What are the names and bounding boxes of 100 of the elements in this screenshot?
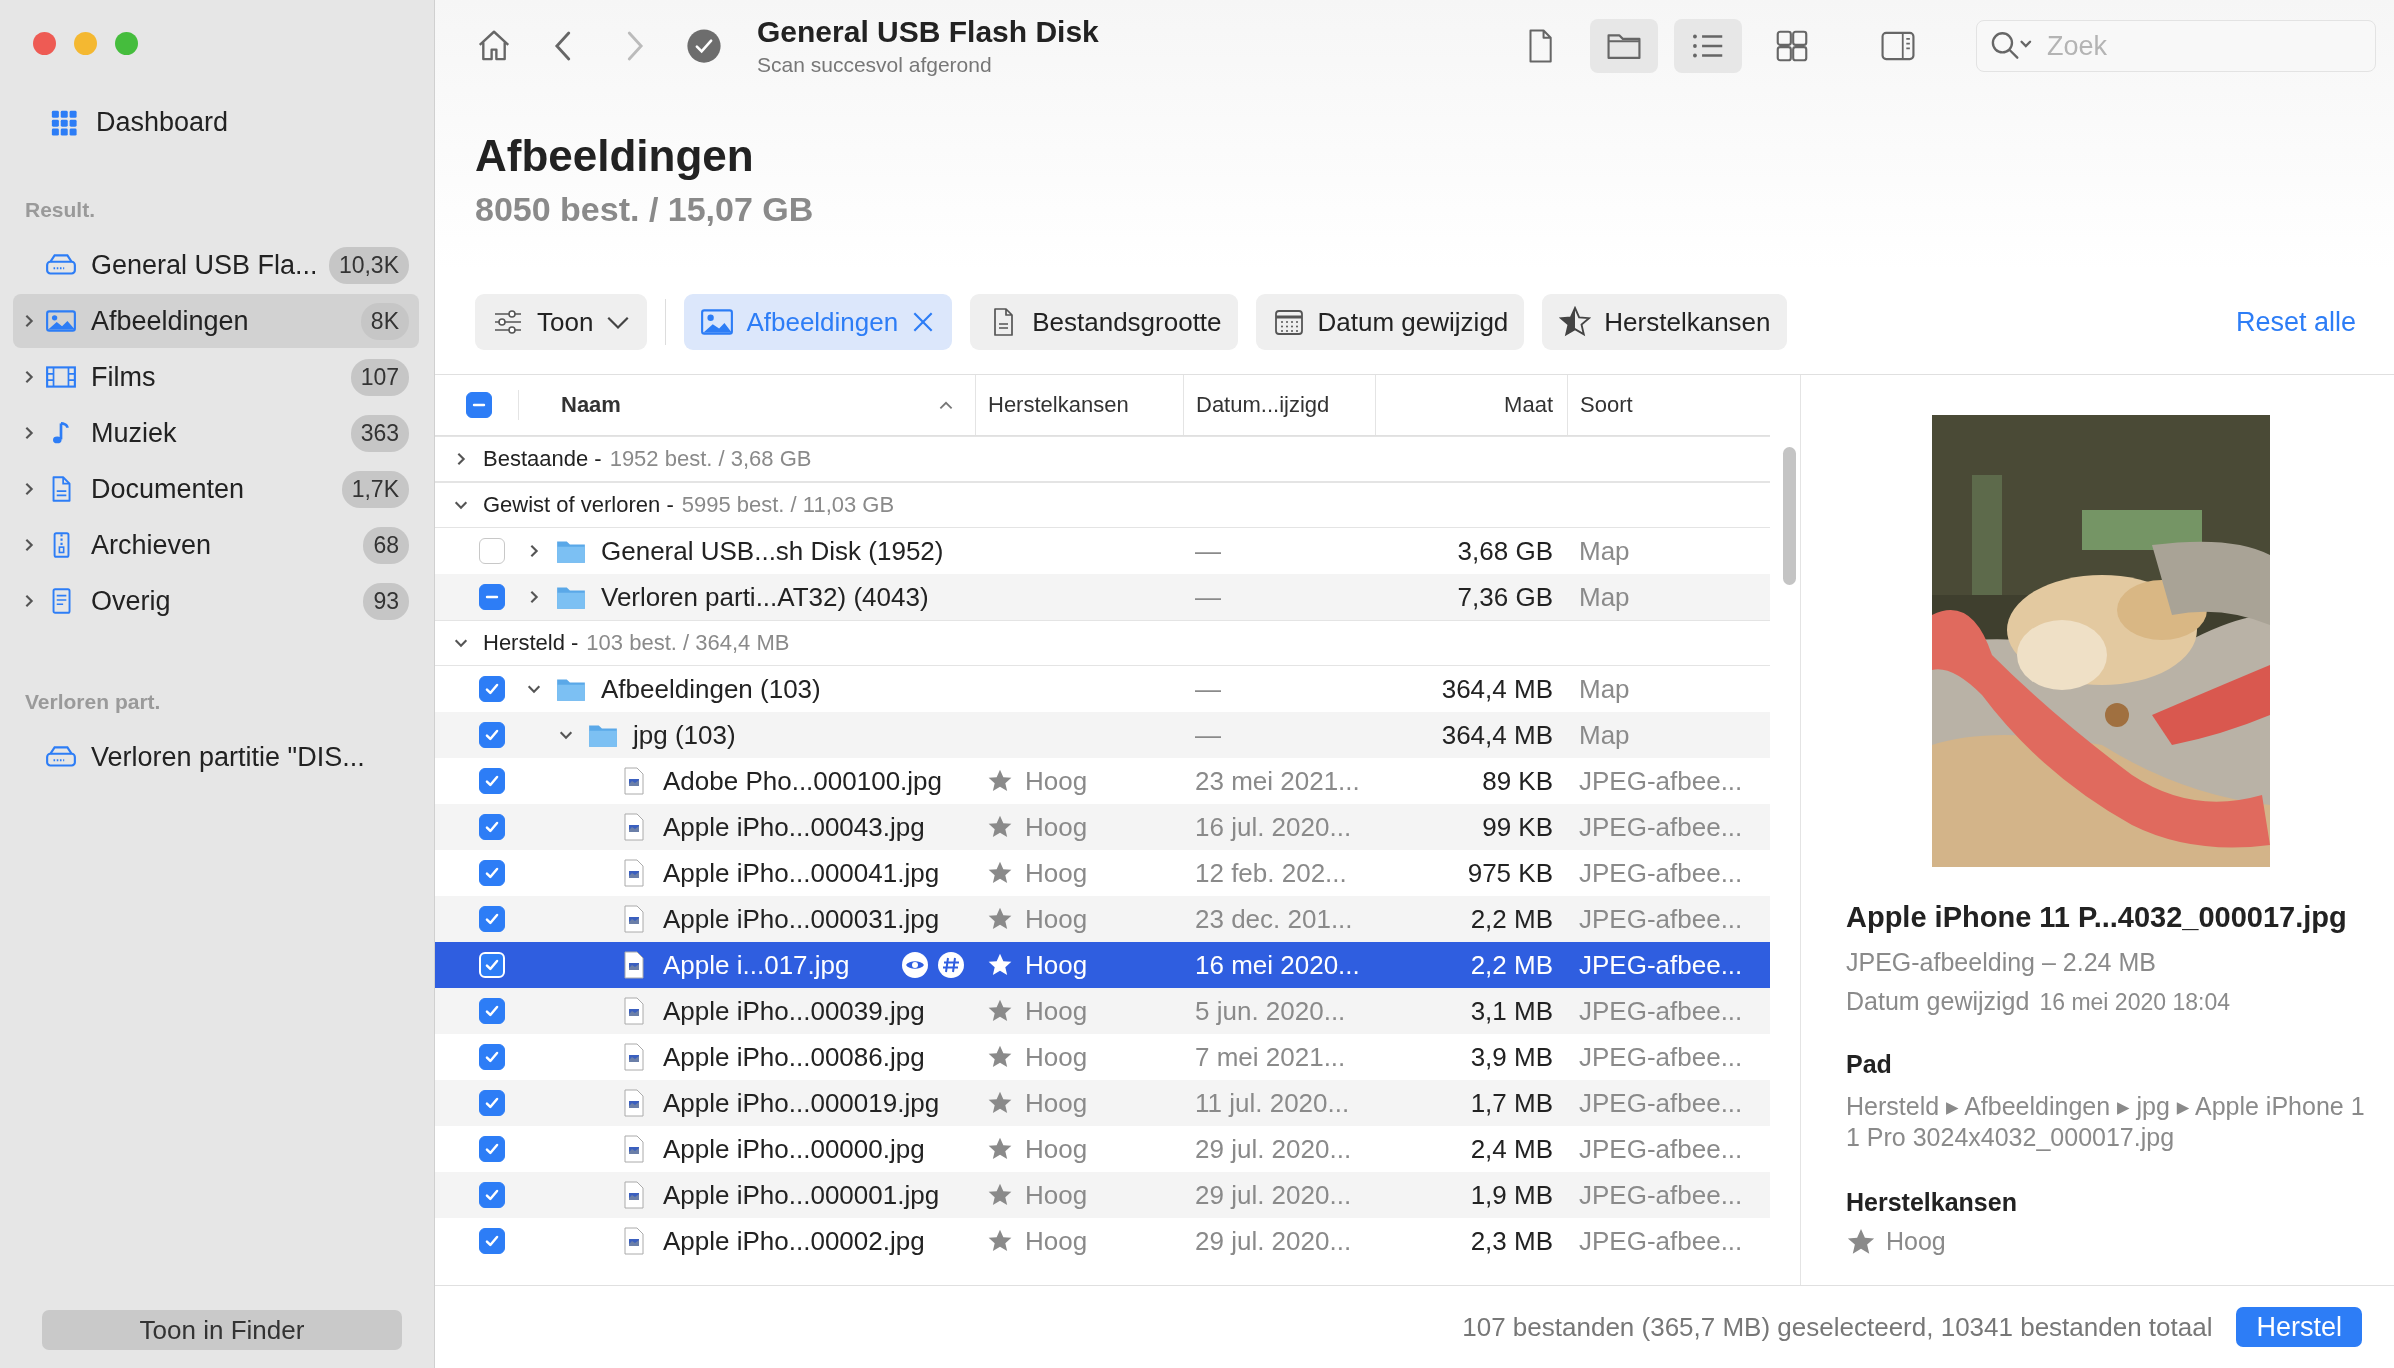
count-badge: 1,7K: [341, 470, 409, 508]
filter-chip[interactable]: Bestandsgrootte: [970, 294, 1238, 350]
checkbox[interactable]: [479, 1182, 505, 1208]
sidebar-item[interactable]: Archieven 68: [13, 518, 419, 572]
filter-chip[interactable]: Datum gewijzigd: [1255, 294, 1525, 350]
column-header[interactable]: Maat: [1504, 392, 1553, 418]
recovery-rating: Hoog: [1025, 1133, 1088, 1165]
file-row[interactable]: Apple iPho...000001.jpg Hoog 29 jul. 2020... 1,9 MB JPEG-afbee...: [435, 1172, 1770, 1218]
file-row[interactable]: Apple iPho...00000.jpg Hoog 29 jul. 2020... 2,4 MB JPEG-afbee...: [435, 1126, 1770, 1172]
eye-icon[interactable]: [901, 951, 929, 979]
column-header[interactable]: Herstelkansen: [988, 392, 1129, 418]
show-in-finder-button[interactable]: Toon in Finder: [42, 1310, 402, 1350]
recovery-rating: Hoog: [1025, 1087, 1088, 1119]
list-view-button[interactable]: [1674, 19, 1742, 73]
file-size: 89 KB: [1482, 765, 1553, 797]
hash-icon[interactable]: [937, 951, 965, 979]
recover-button[interactable]: Herstel: [2236, 1307, 2362, 1347]
file-name: Apple iPho...00043.jpg: [663, 811, 925, 843]
checkbox[interactable]: [479, 1090, 505, 1116]
star-icon: [987, 998, 1013, 1024]
file-size: 2,2 MB: [1470, 903, 1553, 935]
image-icon: [700, 306, 735, 338]
file-name: Apple iPho...00002.jpg: [663, 1225, 925, 1257]
file-row[interactable]: Apple iPho...00039.jpg Hoog 5 jun. 2020... 3,1 MB JPEG-afbee...: [435, 988, 1770, 1034]
date-modified: —: [1195, 581, 1221, 613]
file-size: 3,9 MB: [1470, 1041, 1553, 1073]
search-field[interactable]: Zoek: [1976, 20, 2376, 72]
file-type: JPEG-afbee...: [1579, 995, 1743, 1027]
sidebar-item[interactable]: Afbeeldingen 8K: [13, 294, 419, 348]
file-row[interactable]: jpg (103) — 364,4 MB Map: [435, 712, 1770, 758]
file-row[interactable]: Apple iPho...00086.jpg Hoog 7 mei 2021... 3,9 MB JPEG-afbee...: [435, 1034, 1770, 1080]
sidebar-item[interactable]: General USB Fla... 10,3K: [13, 238, 419, 292]
scan-status: Scan succesvol afgerond: [757, 53, 993, 77]
date-modified: 16 mei 2020...: [1195, 949, 1360, 981]
file-row[interactable]: Adobe Pho...000100.jpg Hoog 23 mei 2021... 89 KB JPEG-afbee...: [435, 758, 1770, 804]
recovery-rating: Hoog: [1025, 1041, 1088, 1073]
image-icon: [45, 307, 77, 335]
file-type: JPEG-afbee...: [1579, 1225, 1743, 1257]
group-row[interactable]: Hersteld - 103 best. / 364,4 MB: [435, 620, 1770, 666]
checkbox[interactable]: [479, 1044, 505, 1070]
checkbox[interactable]: [479, 860, 505, 886]
folder-view-button[interactable]: [1590, 19, 1658, 73]
file-row[interactable]: Apple iPho...00002.jpg Hoog 29 jul. 2020... 2,3 MB JPEG-afbee...: [435, 1218, 1770, 1264]
file-type: JPEG-afbee...: [1579, 857, 1743, 889]
group-label: Bestaande -: [483, 446, 602, 472]
checkbox[interactable]: [479, 1136, 505, 1162]
star-icon: [987, 814, 1013, 840]
sidebar-item[interactable]: Documenten 1,7K: [13, 462, 419, 516]
file-row[interactable]: Afbeeldingen (103) — 364,4 MB Map: [435, 666, 1770, 712]
column-header[interactable]: Datum...ijzigd: [1196, 392, 1330, 418]
file-name: General USB...sh Disk (1952): [601, 535, 944, 567]
sidebar-item[interactable]: Overig 93: [13, 574, 419, 628]
file-row[interactable]: Apple iPho...00043.jpg Hoog 16 jul. 2020... 99 KB JPEG-afbee...: [435, 804, 1770, 850]
checkbox[interactable]: [479, 768, 505, 794]
checkbox[interactable]: [479, 584, 505, 610]
group-row[interactable]: Bestaande - 1952 best. / 3,68 GB: [435, 436, 1770, 482]
image-file-icon: [623, 951, 645, 979]
reset-all-link[interactable]: Reset alle: [2235, 306, 2356, 338]
column-header[interactable]: Naam: [561, 392, 621, 418]
checkbox[interactable]: [479, 676, 505, 702]
path-heading: Pad: [1846, 1050, 1893, 1079]
recovery-rating: Hoog: [1025, 857, 1088, 889]
column-header[interactable]: Soort: [1580, 392, 1633, 418]
file-row[interactable]: Verloren parti...AT32) (4043) — 7,36 GB Map: [435, 574, 1770, 620]
checkbox[interactable]: [479, 538, 505, 564]
star-icon: [987, 1090, 1013, 1116]
file-type: JPEG-afbee...: [1579, 1133, 1743, 1165]
file-row[interactable]: Apple iPho...000031.jpg Hoog 23 dec. 201... 2,2 MB JPEG-afbee...: [435, 896, 1770, 942]
count-badge: 68: [363, 526, 409, 564]
checkbox[interactable]: [479, 906, 505, 932]
show-dropdown[interactable]: Toon: [475, 294, 648, 350]
sidebar-item[interactable]: Muziek 363: [13, 406, 419, 460]
file-name: Apple iPho...00086.jpg: [663, 1041, 925, 1073]
sidebar-item[interactable]: Verloren partitie "DIS...: [13, 730, 419, 784]
file-name: Apple iPho...000041.jpg: [663, 857, 940, 889]
star-icon: [987, 1044, 1013, 1070]
file-row[interactable]: General USB...sh Disk (1952) — 3,68 GB Map: [435, 528, 1770, 574]
file-row[interactable]: Apple iPho...000019.jpg Hoog 11 jul. 2020... 1,7 MB JPEG-afbee...: [435, 1080, 1770, 1126]
file-row[interactable]: Apple i...017.jpg Hoog 16 mei 2020... 2,2 MB JPEG-afbee...: [435, 942, 1770, 988]
checkbox[interactable]: [479, 998, 505, 1024]
recovery-rating: Hoog: [1025, 811, 1088, 843]
star-icon: [987, 906, 1013, 932]
checkbox[interactable]: [479, 722, 505, 748]
scrollbar[interactable]: [1783, 447, 1796, 585]
image-file-icon: [623, 813, 645, 841]
file-type: JPEG-afbee...: [1579, 811, 1743, 843]
filter-chip[interactable]: Herstelkansen: [1542, 294, 1787, 350]
file-size: 1,7 MB: [1470, 1087, 1553, 1119]
checkbox[interactable]: [479, 1228, 505, 1254]
checkbox[interactable]: [479, 814, 505, 840]
file-size: 364,4 MB: [1441, 719, 1553, 751]
recovery-rating: Hoog: [1025, 949, 1088, 981]
dashboard-link[interactable]: Dashboard: [96, 107, 229, 138]
file-name: Apple iPho...00039.jpg: [663, 995, 925, 1027]
file-row[interactable]: Apple iPho...000041.jpg Hoog 12 feb. 202... 975 KB JPEG-afbee...: [435, 850, 1770, 896]
checkbox[interactable]: [466, 392, 492, 418]
file-type: JPEG-afbee...: [1579, 903, 1743, 935]
group-row[interactable]: Gewist of verloren - 5995 best. / 11,03 GB: [435, 482, 1770, 528]
sidebar-item[interactable]: Films 107: [13, 350, 419, 404]
close-window-button[interactable]: [33, 32, 56, 55]
